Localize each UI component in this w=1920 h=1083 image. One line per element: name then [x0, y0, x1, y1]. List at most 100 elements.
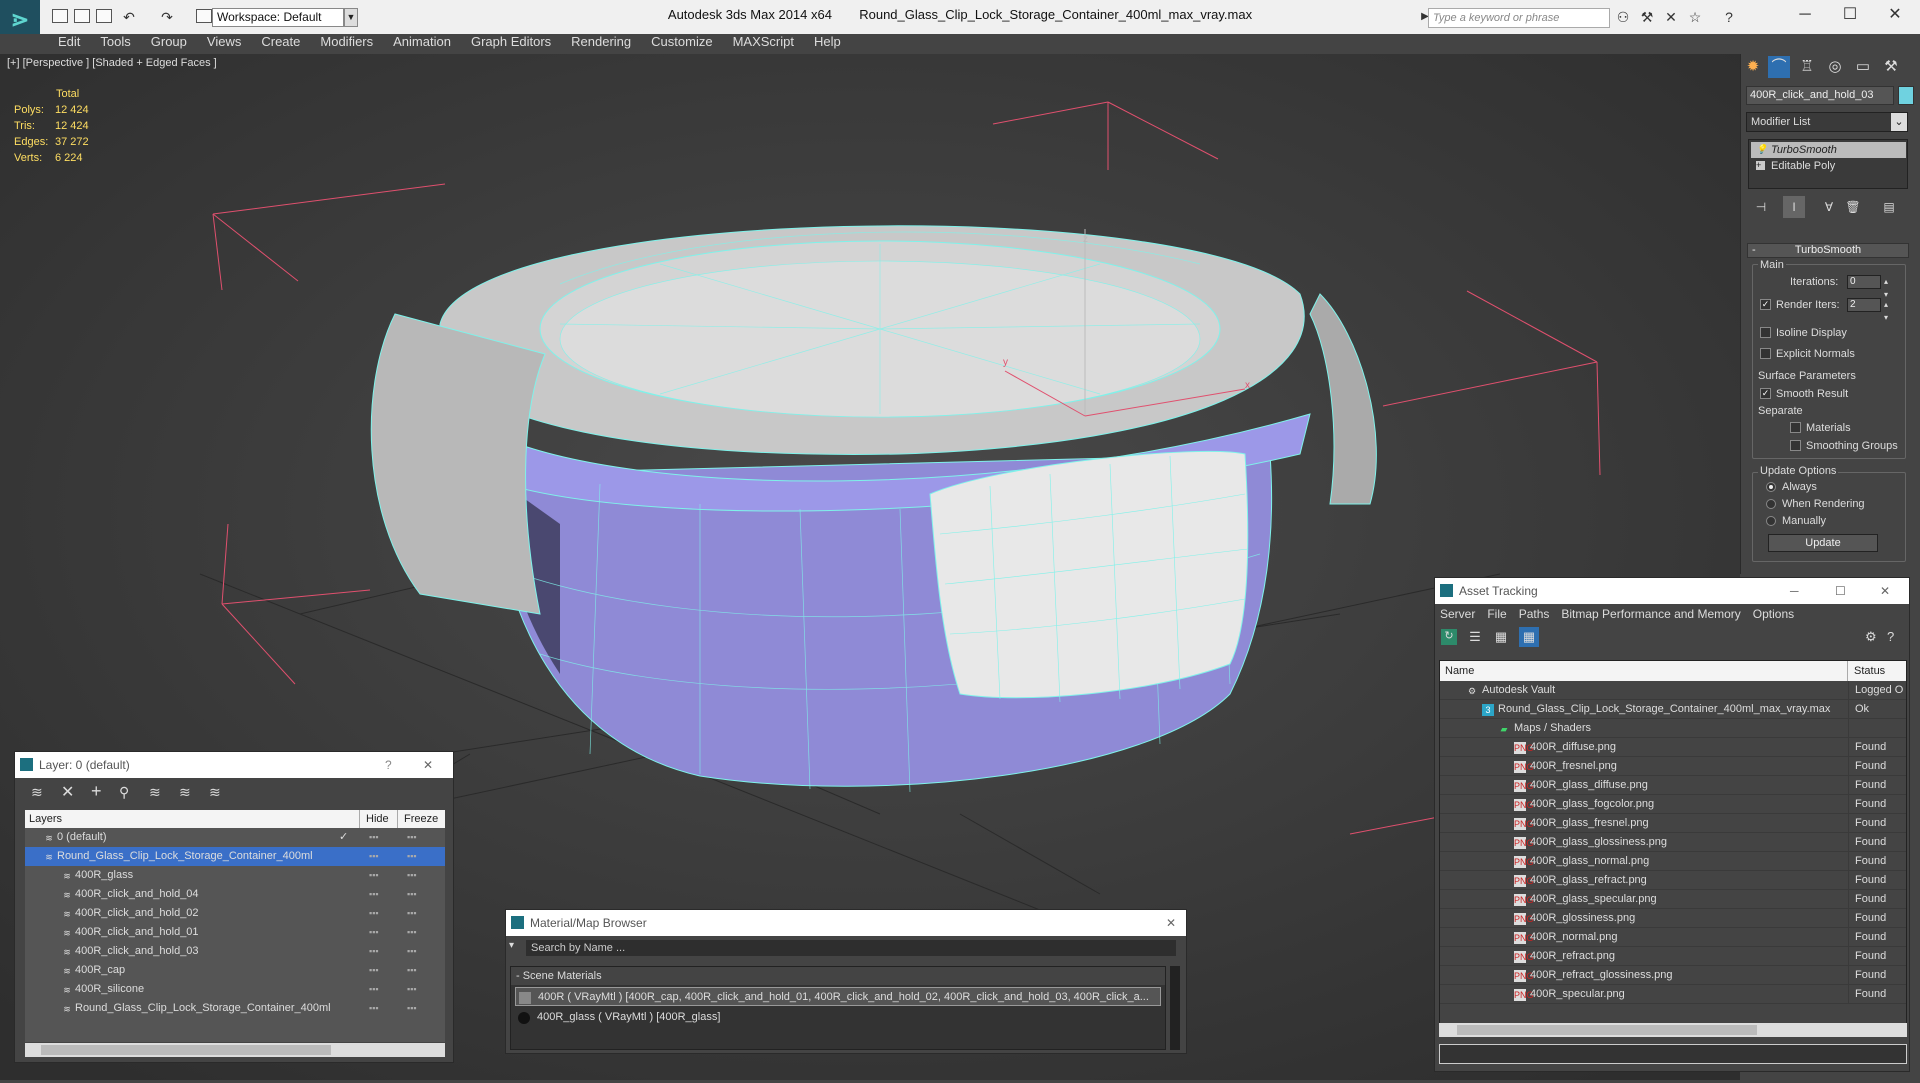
- layer-row[interactable]: ≋ 0 (default) ✓ ▪▪▪ ▪▪▪: [25, 828, 445, 847]
- hide-toggle[interactable]: ▪▪▪: [369, 923, 379, 942]
- freeze-toggle[interactable]: ▪▪▪: [407, 847, 417, 866]
- scrollbar-thumb[interactable]: [41, 1045, 331, 1055]
- explicit-normals-checkbox[interactable]: [1760, 348, 1771, 359]
- active-layer-checkmark[interactable]: ✓: [339, 828, 348, 847]
- asset-row[interactable]: PNG 400R_refract_glossiness.png Found: [1440, 966, 1906, 985]
- asset-path-field[interactable]: [1439, 1044, 1907, 1064]
- hide-toggle[interactable]: ▪▪▪: [369, 885, 379, 904]
- asset-menu-file[interactable]: File: [1487, 604, 1506, 624]
- asset-row[interactable]: PNG 400R_glass_specular.png Found: [1440, 890, 1906, 909]
- menu-modifiers[interactable]: Modifiers: [320, 34, 387, 54]
- maximize-icon[interactable]: ☐: [1830, 4, 1870, 26]
- pin-stack-icon[interactable]: ⊣: [1750, 196, 1772, 218]
- col-layers[interactable]: Layers: [29, 810, 62, 828]
- configure-sets-icon[interactable]: ▤: [1878, 196, 1900, 218]
- subscription-icon[interactable]: ✕: [1662, 9, 1680, 25]
- add-to-layer-icon[interactable]: +: [91, 781, 102, 802]
- list-view-icon[interactable]: ☰: [1467, 629, 1483, 645]
- menu-animation[interactable]: Animation: [393, 34, 465, 54]
- materials-checkbox[interactable]: [1790, 422, 1801, 433]
- asset-row[interactable]: PNG 400R_glass_fogcolor.png Found: [1440, 795, 1906, 814]
- asset-row[interactable]: PNG 400R_glass_glossiness.png Found: [1440, 833, 1906, 852]
- maximize-icon[interactable]: ☐: [1835, 578, 1846, 604]
- iterations-spinner[interactable]: 0: [1847, 275, 1881, 289]
- table-view-icon[interactable]: ▦: [1519, 627, 1539, 647]
- modify-tab-icon[interactable]: ⌒: [1768, 56, 1790, 78]
- motion-tab-icon[interactable]: ◎: [1824, 56, 1846, 78]
- freeze-toggle[interactable]: ▪▪▪: [407, 904, 417, 923]
- layer-row[interactable]: ≋ Round_Glass_Clip_Lock_Storage_Container…: [25, 999, 445, 1018]
- col-status[interactable]: Status: [1847, 661, 1885, 681]
- update-when-rendering-radio[interactable]: [1766, 499, 1776, 509]
- freeze-all-icon[interactable]: ≋: [209, 784, 221, 801]
- asset-row[interactable]: ⚙ Autodesk Vault Logged O: [1440, 681, 1906, 700]
- highlight-layer-icon[interactable]: ≋: [149, 784, 161, 801]
- asset-menu-paths[interactable]: Paths: [1519, 604, 1550, 624]
- light-bulb-icon[interactable]: 💡: [1756, 145, 1767, 154]
- material-item[interactable]: 400R_glass ( VRayMtl ) [400R_glass]: [515, 1008, 1161, 1027]
- freeze-toggle[interactable]: ▪▪▪: [407, 885, 417, 904]
- asset-row[interactable]: PNG 400R_glass_refract.png Found: [1440, 871, 1906, 890]
- new-layer-icon[interactable]: ≋: [31, 784, 43, 801]
- asset-row[interactable]: PNG 400R_refract.png Found: [1440, 947, 1906, 966]
- menu-edit[interactable]: Edit: [58, 34, 94, 54]
- modifier-stack[interactable]: 💡 TurboSmooth + Editable Poly: [1748, 139, 1908, 189]
- thumbnail-view-icon[interactable]: ▦: [1493, 629, 1509, 645]
- layer-row[interactable]: ≋ 400R_cap ▪▪▪ ▪▪▪: [25, 961, 445, 980]
- stack-item-editable-poly[interactable]: + Editable Poly: [1751, 158, 1906, 174]
- layer-row[interactable]: ≋ Round_Glass_Clip_Lock_Storage_Container…: [25, 847, 445, 866]
- freeze-toggle[interactable]: ▪▪▪: [407, 999, 417, 1018]
- minimize-icon[interactable]: ─: [1790, 578, 1799, 604]
- modifier-list-dropdown[interactable]: Modifier List ⌄: [1746, 112, 1908, 132]
- display-tab-icon[interactable]: ▭: [1852, 56, 1874, 78]
- material-vertical-scrollbar[interactable]: [1170, 966, 1180, 1050]
- hide-toggle[interactable]: ▪▪▪: [369, 980, 379, 999]
- layer-row[interactable]: ≋ 400R_click_and_hold_02 ▪▪▪ ▪▪▪: [25, 904, 445, 923]
- turbosmooth-rollout-header[interactable]: - TurboSmooth: [1747, 243, 1909, 258]
- asset-row[interactable]: PNG 400R_specular.png Found: [1440, 985, 1906, 1004]
- expand-plus-icon[interactable]: +: [1756, 161, 1765, 170]
- render-iters-checkbox[interactable]: ✓: [1760, 299, 1771, 310]
- create-tab-icon[interactable]: ✹: [1742, 56, 1764, 78]
- asset-row[interactable]: PNG 400R_glossiness.png Found: [1440, 909, 1906, 928]
- asset-row[interactable]: 3 Round_Glass_Clip_Lock_Storage_Container…: [1440, 700, 1906, 719]
- menu-help[interactable]: Help: [814, 34, 855, 54]
- layer-row[interactable]: ≋ 400R_click_and_hold_03 ▪▪▪ ▪▪▪: [25, 942, 445, 961]
- show-end-result-icon[interactable]: I: [1783, 196, 1805, 218]
- update-button[interactable]: Update: [1768, 534, 1878, 552]
- col-hide[interactable]: Hide: [359, 810, 389, 828]
- asset-row[interactable]: PNG 400R_normal.png Found: [1440, 928, 1906, 947]
- close-icon[interactable]: ✕: [423, 752, 433, 778]
- menu-tools[interactable]: Tools: [100, 34, 144, 54]
- select-objects-icon[interactable]: ⚲: [119, 784, 129, 801]
- col-freeze[interactable]: Freeze: [397, 810, 438, 828]
- freeze-toggle[interactable]: ▪▪▪: [407, 866, 417, 885]
- hierarchy-tab-icon[interactable]: ♖: [1796, 56, 1818, 78]
- object-name-field[interactable]: 400R_click_and_hold_03: [1746, 86, 1894, 105]
- object-color-swatch[interactable]: [1898, 86, 1914, 105]
- material-search-input[interactable]: Search by Name ...: [526, 940, 1176, 956]
- layer-window-titlebar[interactable]: Layer: 0 (default) ? ✕: [15, 752, 453, 778]
- freeze-toggle[interactable]: ▪▪▪: [407, 980, 417, 999]
- spinner-arrows-icon[interactable]: ▴ ▾: [1884, 298, 1888, 324]
- viewport-label[interactable]: [+] [Perspective ] [Shaded + Edged Faces…: [7, 57, 217, 69]
- menu-maxscript[interactable]: MAXScript: [733, 34, 808, 54]
- asset-row[interactable]: PNG 400R_diffuse.png Found: [1440, 738, 1906, 757]
- hide-toggle[interactable]: ▪▪▪: [369, 904, 379, 923]
- asset-row[interactable]: PNG 400R_glass_fresnel.png Found: [1440, 814, 1906, 833]
- menu-rendering[interactable]: Rendering: [571, 34, 645, 54]
- material-item[interactable]: 400R ( VRayMtl ) [400R_cap, 400R_click_a…: [515, 987, 1161, 1006]
- isoline-display-checkbox[interactable]: [1760, 327, 1771, 338]
- hide-toggle[interactable]: ▪▪▪: [369, 847, 379, 866]
- filter-icon[interactable]: ▾: [509, 940, 521, 952]
- utilities-tab-icon[interactable]: ⚒: [1880, 56, 1902, 78]
- menu-create[interactable]: Create: [261, 34, 314, 54]
- menu-graph-editors[interactable]: Graph Editors: [471, 34, 565, 54]
- asset-row[interactable]: PNG 400R_glass_normal.png Found: [1440, 852, 1906, 871]
- asset-row[interactable]: PNG 400R_fresnel.png Found: [1440, 757, 1906, 776]
- scrollbar-thumb[interactable]: [1457, 1025, 1757, 1035]
- layer-horizontal-scrollbar[interactable]: [25, 1043, 445, 1057]
- search-input[interactable]: Type a keyword or phrase: [1428, 8, 1610, 28]
- col-name[interactable]: Name: [1445, 661, 1474, 681]
- settings-icon[interactable]: ⚙: [1865, 629, 1877, 645]
